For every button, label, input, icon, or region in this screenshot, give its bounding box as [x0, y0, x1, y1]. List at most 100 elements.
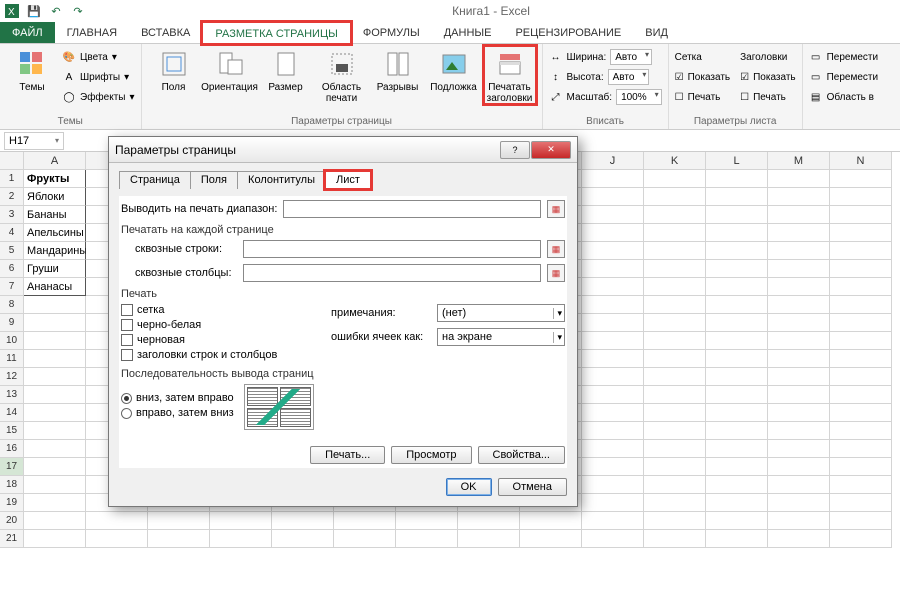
cell[interactable] — [830, 206, 892, 224]
cell[interactable] — [644, 404, 706, 422]
cell[interactable] — [768, 224, 830, 242]
cell[interactable]: Бананы — [24, 206, 86, 224]
tab-file[interactable]: ФАЙЛ — [0, 22, 55, 43]
cell[interactable] — [768, 476, 830, 494]
draft-checkbox[interactable]: черновая — [121, 334, 301, 346]
cell[interactable] — [644, 350, 706, 368]
cell[interactable] — [582, 170, 644, 188]
orientation-button[interactable]: Ориентация — [204, 46, 256, 93]
cell[interactable] — [830, 440, 892, 458]
cell[interactable] — [706, 404, 768, 422]
cell[interactable] — [830, 332, 892, 350]
row-header[interactable]: 20 — [0, 512, 24, 530]
cell[interactable] — [768, 260, 830, 278]
print-button[interactable]: Печать... — [310, 446, 385, 464]
cell[interactable] — [24, 530, 86, 548]
cell[interactable] — [706, 188, 768, 206]
cell[interactable] — [24, 422, 86, 440]
cell[interactable] — [830, 314, 892, 332]
head-show-checkbox[interactable]: Показать — [740, 68, 795, 86]
size-button[interactable]: Размер — [260, 46, 312, 93]
name-box[interactable]: H17 — [4, 132, 64, 150]
cell[interactable] — [644, 422, 706, 440]
cell[interactable] — [582, 296, 644, 314]
cell[interactable] — [24, 512, 86, 530]
cell[interactable] — [582, 350, 644, 368]
cell[interactable] — [582, 224, 644, 242]
cell[interactable] — [582, 530, 644, 548]
cell[interactable] — [768, 440, 830, 458]
cell[interactable] — [768, 206, 830, 224]
dialog-help-button[interactable]: ? — [500, 141, 530, 159]
cell[interactable] — [706, 350, 768, 368]
cell[interactable] — [768, 386, 830, 404]
bw-checkbox[interactable]: черно-белая — [121, 319, 301, 331]
effects-dropdown[interactable]: ◯Эффекты ▾ — [62, 88, 135, 106]
background-button[interactable]: Подложка — [428, 46, 480, 93]
row-header[interactable]: 4 — [0, 224, 24, 242]
cell[interactable] — [768, 512, 830, 530]
col-header[interactable]: L — [706, 152, 768, 170]
rc-headings-checkbox[interactable]: заголовки строк и столбцов — [121, 349, 301, 361]
row-header[interactable]: 11 — [0, 350, 24, 368]
preview-button[interactable]: Просмотр — [391, 446, 471, 464]
cell[interactable] — [644, 242, 706, 260]
cell[interactable]: Яблоки — [24, 188, 86, 206]
cell[interactable] — [458, 512, 520, 530]
cell[interactable] — [334, 512, 396, 530]
cell[interactable] — [706, 386, 768, 404]
row-header[interactable]: 18 — [0, 476, 24, 494]
collapse-range-button[interactable]: ▦ — [547, 200, 565, 218]
cell[interactable] — [644, 476, 706, 494]
dialog-close-button[interactable]: ✕ — [531, 141, 571, 159]
selection-pane[interactable]: ▤Область в — [809, 88, 878, 106]
cell[interactable] — [706, 440, 768, 458]
cell[interactable] — [582, 368, 644, 386]
tab-view[interactable]: ВИД — [633, 22, 680, 43]
cell[interactable] — [830, 350, 892, 368]
cell[interactable] — [582, 242, 644, 260]
row-header[interactable]: 12 — [0, 368, 24, 386]
send-back[interactable]: ▭Перемести — [809, 68, 878, 86]
cell[interactable] — [830, 494, 892, 512]
row-header[interactable]: 15 — [0, 422, 24, 440]
cell[interactable] — [768, 170, 830, 188]
select-all-corner[interactable] — [0, 152, 24, 170]
down-over-radio[interactable]: вниз, затем вправо — [121, 392, 234, 404]
cell[interactable] — [706, 422, 768, 440]
dlg-tab-headerfooter[interactable]: Колонтитулы — [237, 171, 326, 189]
cell[interactable] — [706, 206, 768, 224]
cell[interactable] — [24, 476, 86, 494]
head-print-checkbox[interactable]: Печать — [740, 88, 795, 106]
print-area-button[interactable]: Область печати — [316, 46, 368, 104]
cell[interactable] — [644, 440, 706, 458]
cancel-button[interactable]: Отмена — [498, 478, 567, 496]
cell[interactable] — [272, 530, 334, 548]
cell[interactable] — [830, 224, 892, 242]
col-header[interactable]: M — [768, 152, 830, 170]
cell[interactable] — [582, 332, 644, 350]
cell[interactable] — [644, 512, 706, 530]
cell[interactable] — [644, 332, 706, 350]
tab-formulas[interactable]: ФОРМУЛЫ — [351, 22, 432, 43]
cell[interactable] — [210, 530, 272, 548]
cell[interactable] — [830, 170, 892, 188]
cell[interactable] — [830, 458, 892, 476]
cell[interactable] — [582, 404, 644, 422]
cell[interactable] — [706, 278, 768, 296]
cell[interactable] — [24, 494, 86, 512]
tab-insert[interactable]: ВСТАВКА — [129, 22, 202, 43]
collapse-rows-button[interactable]: ▦ — [547, 240, 565, 258]
gridlines-checkbox[interactable]: сетка — [121, 304, 301, 316]
cell[interactable] — [334, 530, 396, 548]
cell[interactable] — [768, 368, 830, 386]
cell[interactable] — [644, 278, 706, 296]
tab-data[interactable]: ДАННЫЕ — [432, 22, 504, 43]
cell[interactable] — [582, 386, 644, 404]
cell[interactable] — [582, 422, 644, 440]
row-header[interactable]: 16 — [0, 440, 24, 458]
width-dropdown[interactable]: Авто — [610, 49, 652, 65]
bring-forward[interactable]: ▭Перемести — [809, 48, 878, 66]
row-header[interactable]: 13 — [0, 386, 24, 404]
cell[interactable] — [706, 368, 768, 386]
